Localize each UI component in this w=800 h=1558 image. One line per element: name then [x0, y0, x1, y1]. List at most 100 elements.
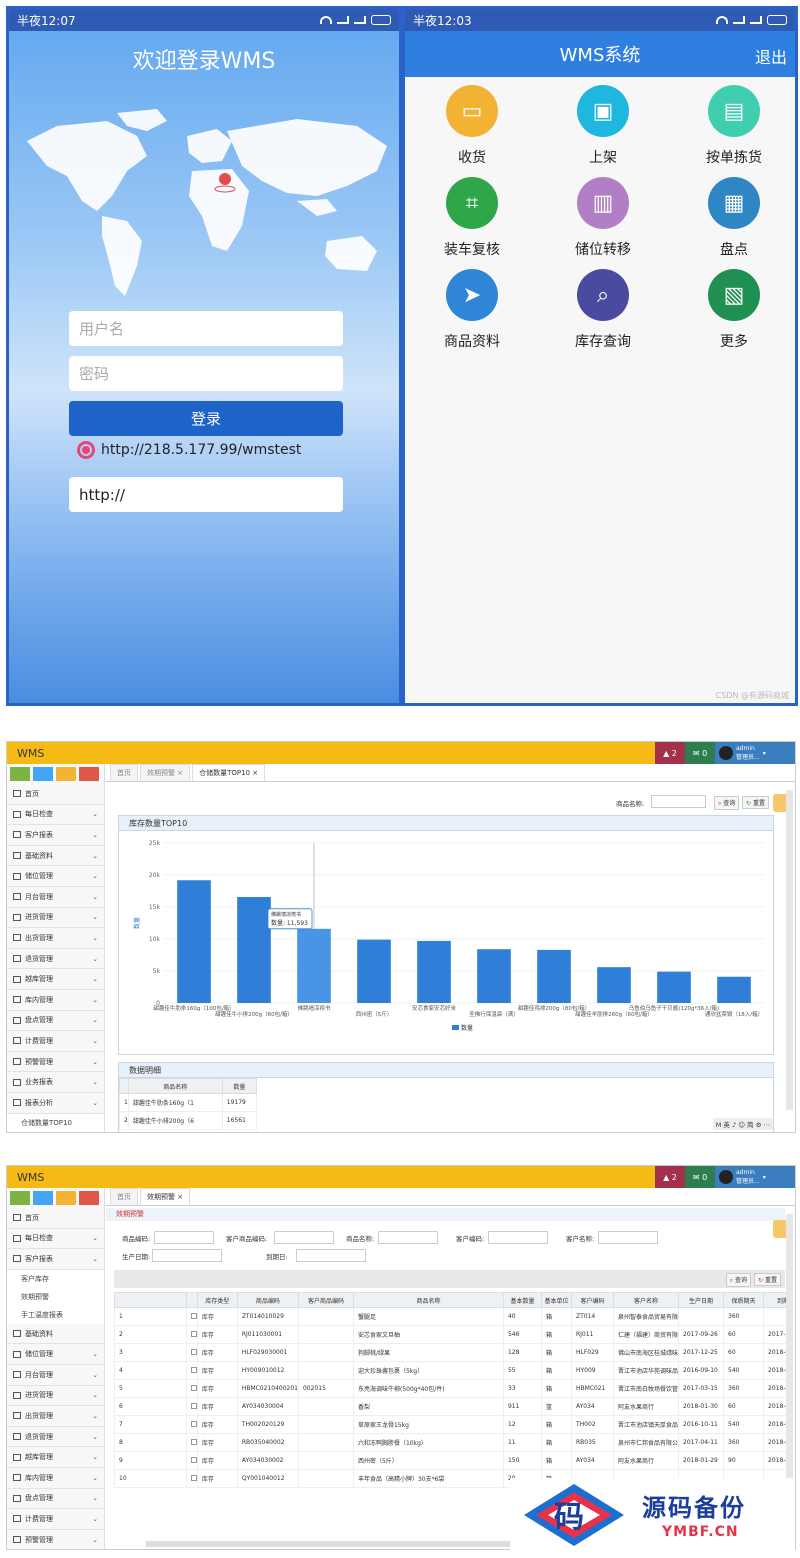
password-field[interactable]: 密码 [69, 356, 343, 391]
table-cell: 540 [723, 1361, 764, 1380]
row-checkbox[interactable] [185, 1397, 198, 1416]
edit-shortcut-icon[interactable] [33, 1191, 53, 1205]
filter-input[interactable] [598, 1231, 658, 1244]
chart-shortcut-icon[interactable] [10, 1191, 30, 1205]
filter-input[interactable] [378, 1231, 438, 1244]
table-cell: 10 [114, 1469, 187, 1488]
users-shortcut-icon[interactable] [56, 1191, 76, 1205]
row-checkbox[interactable] [185, 1469, 198, 1488]
sidebar-item[interactable]: 月台管理 ⌄ [7, 887, 104, 908]
filter-input[interactable] [154, 1231, 214, 1244]
filter-input[interactable] [152, 1249, 222, 1262]
notification-button[interactable]: ▲ 2 [655, 1166, 685, 1188]
row-checkbox[interactable] [185, 1361, 198, 1380]
product-name-input[interactable] [651, 795, 706, 808]
settings-shortcut-icon[interactable] [79, 767, 99, 781]
menu-tile[interactable]: ▧ 更多 [669, 269, 795, 351]
username-field[interactable]: 用户名 [69, 311, 343, 346]
close-icon[interactable]: × [175, 1193, 183, 1201]
user-menu[interactable]: admin 管理员... ▾ [715, 742, 795, 764]
reset-button[interactable]: ↻ 重置 [742, 796, 769, 809]
menu-tile[interactable]: ▤ 按单拣货 [669, 85, 795, 167]
users-shortcut-icon[interactable] [56, 767, 76, 781]
x-tick-label: 安芯食家安芯好米 [412, 1004, 457, 1012]
row-checkbox[interactable] [185, 1307, 198, 1326]
sidebar-item[interactable]: 储位管理 ⌄ [7, 1344, 104, 1365]
row-checkbox[interactable] [185, 1415, 198, 1434]
tab[interactable]: 首页 [110, 764, 138, 781]
user-menu[interactable]: admin 管理员... ▾ [715, 1166, 795, 1188]
login-button[interactable]: 登录 [69, 401, 343, 436]
sidebar-subitem[interactable]: 仓储数量TOP10 [7, 1113, 104, 1132]
menu-tile[interactable]: ▭ 收货 [407, 85, 537, 167]
menu-tile[interactable]: ▥ 储位转移 [538, 177, 668, 259]
sidebar-item[interactable]: 库内管理 ⌄ [7, 990, 104, 1011]
tab[interactable]: 首页 [110, 1188, 138, 1205]
row-checkbox[interactable] [185, 1451, 198, 1470]
sidebar-item[interactable]: 报表分析 ⌄ [7, 1093, 104, 1114]
sidebar-item[interactable]: 越库管理 ⌄ [7, 1447, 104, 1468]
sidebar-item[interactable]: 越库管理 ⌄ [7, 969, 104, 990]
server-url-field[interactable]: http:// [69, 477, 343, 512]
sidebar-item[interactable]: 基础资料 ⌄ [7, 846, 104, 867]
sidebar-item[interactable]: 盘点管理 ⌄ [7, 1489, 104, 1510]
settings-shortcut-icon[interactable] [79, 1191, 99, 1205]
sidebar-item[interactable]: 客户报表 ⌄ [7, 825, 104, 846]
sidebar-item[interactable]: 退货管理 ⌄ [7, 949, 104, 970]
sidebar-subitem[interactable]: 效期预警 [7, 1287, 104, 1306]
tab[interactable]: 效期预警 × [140, 1188, 191, 1205]
filter-input[interactable] [274, 1231, 334, 1244]
sidebar-item[interactable]: 退货管理 ⌄ [7, 1427, 104, 1448]
sidebar-item[interactable]: 首页 [7, 1208, 104, 1229]
sidebar-item[interactable]: 首页 [7, 784, 104, 805]
sidebar-item[interactable]: 出货管理 ⌄ [7, 928, 104, 949]
query-button[interactable]: ⌕ 查询 [714, 796, 740, 810]
menu-tile[interactable]: ⌕ 库存查询 [538, 269, 668, 351]
sidebar-item[interactable]: 储位管理 ⌄ [7, 866, 104, 887]
close-icon[interactable]: × [175, 769, 183, 777]
menu-tile[interactable]: ➤ 商品资料 [407, 269, 537, 351]
row-checkbox[interactable] [185, 1379, 198, 1398]
ime-toolbar[interactable]: M 英 ♪ ☺ 简 ⚙ ⋯ [712, 1118, 773, 1130]
tab[interactable]: 效期预警 × [140, 764, 191, 781]
sidebar-item[interactable]: 进货管理 ⌄ [7, 1386, 104, 1407]
exit-button[interactable]: 退出 [755, 44, 787, 68]
sidebar-item[interactable]: 月台管理 ⌄ [7, 1365, 104, 1386]
vertical-scrollbar[interactable] [786, 790, 793, 1110]
menu-tile[interactable]: ▦ 盘点 [669, 177, 795, 259]
filter-input[interactable] [296, 1249, 366, 1262]
server-radio[interactable] [77, 441, 95, 459]
sidebar-item[interactable]: 预警管理 ⌄ [7, 1530, 104, 1549]
sidebar-item[interactable]: 每日检查 ⌄ [7, 805, 104, 826]
row-checkbox[interactable] [185, 1433, 198, 1452]
sidebar-item[interactable]: 盘点管理 ⌄ [7, 1011, 104, 1032]
sidebar-item[interactable]: 业务报表 ⌄ [7, 1072, 104, 1093]
mail-button[interactable]: ✉ 0 [685, 1166, 715, 1188]
sidebar-item[interactable]: 计费管理 ⌄ [7, 1509, 104, 1530]
tab[interactable]: 仓储数量TOP10 × [192, 764, 266, 781]
chart-shortcut-icon[interactable] [10, 767, 30, 781]
row-checkbox[interactable] [185, 1343, 198, 1362]
tab-label: 首页 [117, 769, 131, 777]
vertical-scrollbar[interactable] [786, 1214, 793, 1484]
edit-shortcut-icon[interactable] [33, 767, 53, 781]
close-icon[interactable]: × [250, 769, 258, 777]
sidebar-item[interactable]: 预警管理 ⌄ [7, 1052, 104, 1073]
filter-input[interactable] [488, 1231, 548, 1244]
sidebar-item[interactable]: 库内管理 ⌄ [7, 1468, 104, 1489]
sidebar-item[interactable]: 进货管理 ⌄ [7, 908, 104, 929]
row-checkbox[interactable] [185, 1325, 198, 1344]
menu-tile[interactable]: ▣ 上架 [538, 85, 668, 167]
reset-button[interactable]: ↻ 重置 [754, 1273, 781, 1286]
sidebar-item[interactable]: 计费管理 ⌄ [7, 1031, 104, 1052]
sidebar-item[interactable]: 每日检查 ⌄ [7, 1229, 104, 1250]
sidebar-item[interactable]: 客户报表 ⌄ [7, 1249, 104, 1270]
sidebar-item[interactable]: 出货管理 ⌄ [7, 1406, 104, 1427]
menu-tile[interactable]: ⌗ 装车复核 [407, 177, 537, 259]
sidebar-subitem[interactable]: 手工温度报表 [7, 1305, 104, 1324]
sidebar-subitem[interactable]: 客户库存 [7, 1269, 104, 1288]
sidebar-item[interactable]: 基础资料 [7, 1324, 104, 1345]
notification-button[interactable]: ▲ 2 [655, 742, 685, 764]
mail-button[interactable]: ✉ 0 [685, 742, 715, 764]
query-button[interactable]: ⌕ 查询 [725, 1273, 751, 1287]
